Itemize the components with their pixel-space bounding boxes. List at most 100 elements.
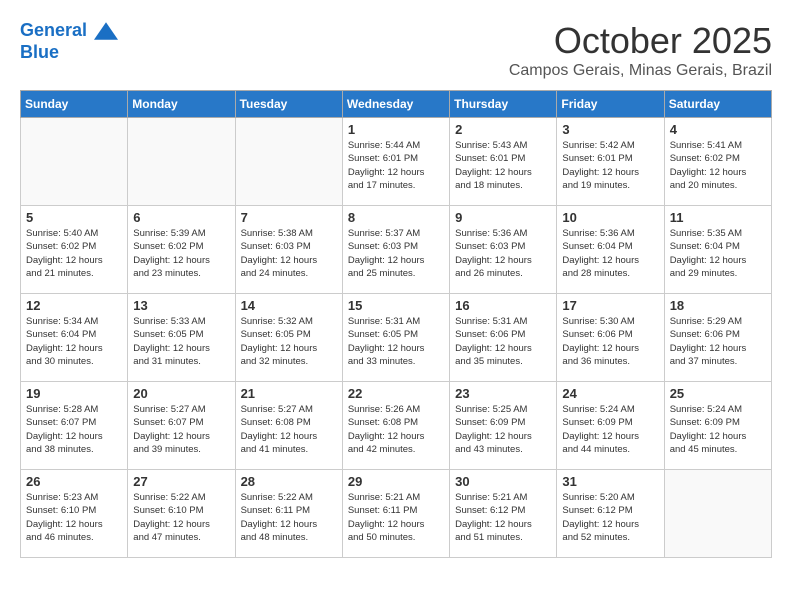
calendar-cell — [664, 470, 771, 558]
day-number: 10 — [562, 210, 658, 225]
day-number: 1 — [348, 122, 444, 137]
day-number: 26 — [26, 474, 122, 489]
day-number: 11 — [670, 210, 766, 225]
calendar-cell: 10 Sunrise: 5:36 AM Sunset: 6:04 PM Dayli… — [557, 206, 664, 294]
weekday-header-saturday: Saturday — [664, 91, 771, 118]
calendar-title: October 2025 — [509, 20, 772, 62]
logo-text: General — [20, 20, 118, 42]
calendar-cell: 15 Sunrise: 5:31 AM Sunset: 6:05 PM Dayli… — [342, 294, 449, 382]
calendar-subtitle: Campos Gerais, Minas Gerais, Brazil — [509, 62, 772, 80]
day-info: Sunrise: 5:22 AM Sunset: 6:11 PM Dayligh… — [241, 491, 337, 544]
calendar-cell: 7Sunrise: 5:38 AM Sunset: 6:03 PM Daylig… — [235, 206, 342, 294]
day-number: 31 — [562, 474, 658, 489]
calendar-header: General Blue October 2025 Campos Gerais,… — [20, 20, 772, 80]
day-number: 7 — [241, 210, 337, 225]
day-info: Sunrise: 5:24 AM Sunset: 6:09 PM Dayligh… — [670, 403, 766, 456]
day-info: Sunrise: 5:37 AM Sunset: 6:03 PM Dayligh… — [348, 227, 444, 280]
day-number: 19 — [26, 386, 122, 401]
calendar-cell: 23 Sunrise: 5:25 AM Sunset: 6:09 PM Dayli… — [450, 382, 557, 470]
calendar-week-row: 5Sunrise: 5:40 AM Sunset: 6:02 PM Daylig… — [21, 206, 772, 294]
calendar-cell: 16 Sunrise: 5:31 AM Sunset: 6:06 PM Dayli… — [450, 294, 557, 382]
calendar-cell: 20Sunrise: 5:27 AM Sunset: 6:07 PM Dayli… — [128, 382, 235, 470]
day-number: 22 — [348, 386, 444, 401]
day-number: 17 — [562, 298, 658, 313]
day-info: Sunrise: 5:39 AM Sunset: 6:02 PM Dayligh… — [133, 227, 229, 280]
day-number: 16 — [455, 298, 551, 313]
day-number: 15 — [348, 298, 444, 313]
calendar-cell: 28 Sunrise: 5:22 AM Sunset: 6:11 PM Dayli… — [235, 470, 342, 558]
calendar-cell: 26 Sunrise: 5:23 AM Sunset: 6:10 PM Dayli… — [21, 470, 128, 558]
day-number: 21 — [241, 386, 337, 401]
day-number: 5 — [26, 210, 122, 225]
weekday-header-row: SundayMondayTuesdayWednesdayThursdayFrid… — [21, 91, 772, 118]
day-info: Sunrise: 5:34 AM Sunset: 6:04 PM Dayligh… — [26, 315, 122, 368]
logo-blue-text: Blue — [20, 42, 118, 64]
day-info: Sunrise: 5:31 AM Sunset: 6:05 PM Dayligh… — [348, 315, 444, 368]
calendar-cell: 3Sunrise: 5:42 AM Sunset: 6:01 PM Daylig… — [557, 118, 664, 206]
calendar-cell: 6 Sunrise: 5:39 AM Sunset: 6:02 PM Daylig… — [128, 206, 235, 294]
day-info: Sunrise: 5:35 AM Sunset: 6:04 PM Dayligh… — [670, 227, 766, 280]
day-number: 4 — [670, 122, 766, 137]
calendar-cell: 22Sunrise: 5:26 AM Sunset: 6:08 PM Dayli… — [342, 382, 449, 470]
calendar-table: SundayMondayTuesdayWednesdayThursdayFrid… — [20, 90, 772, 558]
calendar-week-row: 1Sunrise: 5:44 AM Sunset: 6:01 PM Daylig… — [21, 118, 772, 206]
calendar-cell: 11 Sunrise: 5:35 AM Sunset: 6:04 PM Dayli… — [664, 206, 771, 294]
calendar-cell — [128, 118, 235, 206]
calendar-cell: 2Sunrise: 5:43 AM Sunset: 6:01 PM Daylig… — [450, 118, 557, 206]
day-number: 29 — [348, 474, 444, 489]
day-number: 14 — [241, 298, 337, 313]
calendar-cell: 5Sunrise: 5:40 AM Sunset: 6:02 PM Daylig… — [21, 206, 128, 294]
calendar-cell: 13Sunrise: 5:33 AM Sunset: 6:05 PM Dayli… — [128, 294, 235, 382]
day-info: Sunrise: 5:21 AM Sunset: 6:11 PM Dayligh… — [348, 491, 444, 544]
day-number: 23 — [455, 386, 551, 401]
calendar-cell: 1Sunrise: 5:44 AM Sunset: 6:01 PM Daylig… — [342, 118, 449, 206]
calendar-cell: 8Sunrise: 5:37 AM Sunset: 6:03 PM Daylig… — [342, 206, 449, 294]
calendar-week-row: 12Sunrise: 5:34 AM Sunset: 6:04 PM Dayli… — [21, 294, 772, 382]
day-number: 24 — [562, 386, 658, 401]
day-info: Sunrise: 5:36 AM Sunset: 6:04 PM Dayligh… — [562, 227, 658, 280]
weekday-header-wednesday: Wednesday — [342, 91, 449, 118]
weekday-header-sunday: Sunday — [21, 91, 128, 118]
day-info: Sunrise: 5:33 AM Sunset: 6:05 PM Dayligh… — [133, 315, 229, 368]
calendar-cell: 30Sunrise: 5:21 AM Sunset: 6:12 PM Dayli… — [450, 470, 557, 558]
day-info: Sunrise: 5:20 AM Sunset: 6:12 PM Dayligh… — [562, 491, 658, 544]
calendar-cell: 24 Sunrise: 5:24 AM Sunset: 6:09 PM Dayli… — [557, 382, 664, 470]
day-info: Sunrise: 5:22 AM Sunset: 6:10 PM Dayligh… — [133, 491, 229, 544]
calendar-cell: 4 Sunrise: 5:41 AM Sunset: 6:02 PM Daylig… — [664, 118, 771, 206]
calendar-cell: 29 Sunrise: 5:21 AM Sunset: 6:11 PM Dayli… — [342, 470, 449, 558]
day-info: Sunrise: 5:25 AM Sunset: 6:09 PM Dayligh… — [455, 403, 551, 456]
calendar-cell — [21, 118, 128, 206]
weekday-header-tuesday: Tuesday — [235, 91, 342, 118]
calendar-week-row: 26 Sunrise: 5:23 AM Sunset: 6:10 PM Dayli… — [21, 470, 772, 558]
calendar-cell: 25 Sunrise: 5:24 AM Sunset: 6:09 PM Dayli… — [664, 382, 771, 470]
calendar-cell: 31 Sunrise: 5:20 AM Sunset: 6:12 PM Dayli… — [557, 470, 664, 558]
day-number: 20 — [133, 386, 229, 401]
day-info: Sunrise: 5:41 AM Sunset: 6:02 PM Dayligh… — [670, 139, 766, 192]
day-info: Sunrise: 5:31 AM Sunset: 6:06 PM Dayligh… — [455, 315, 551, 368]
day-number: 25 — [670, 386, 766, 401]
day-number: 6 — [133, 210, 229, 225]
weekday-header-friday: Friday — [557, 91, 664, 118]
calendar-cell: 12Sunrise: 5:34 AM Sunset: 6:04 PM Dayli… — [21, 294, 128, 382]
title-section: October 2025 Campos Gerais, Minas Gerais… — [509, 20, 772, 80]
day-info: Sunrise: 5:32 AM Sunset: 6:05 PM Dayligh… — [241, 315, 337, 368]
day-number: 28 — [241, 474, 337, 489]
day-number: 2 — [455, 122, 551, 137]
calendar-cell: 9Sunrise: 5:36 AM Sunset: 6:03 PM Daylig… — [450, 206, 557, 294]
day-number: 27 — [133, 474, 229, 489]
day-info: Sunrise: 5:36 AM Sunset: 6:03 PM Dayligh… — [455, 227, 551, 280]
calendar-week-row: 19 Sunrise: 5:28 AM Sunset: 6:07 PM Dayli… — [21, 382, 772, 470]
day-info: Sunrise: 5:28 AM Sunset: 6:07 PM Dayligh… — [26, 403, 122, 456]
day-info: Sunrise: 5:27 AM Sunset: 6:08 PM Dayligh… — [241, 403, 337, 456]
logo: General Blue — [20, 20, 118, 63]
calendar-cell: 14 Sunrise: 5:32 AM Sunset: 6:05 PM Dayli… — [235, 294, 342, 382]
weekday-header-monday: Monday — [128, 91, 235, 118]
calendar-cell: 18Sunrise: 5:29 AM Sunset: 6:06 PM Dayli… — [664, 294, 771, 382]
day-info: Sunrise: 5:23 AM Sunset: 6:10 PM Dayligh… — [26, 491, 122, 544]
day-number: 3 — [562, 122, 658, 137]
calendar-cell: 19 Sunrise: 5:28 AM Sunset: 6:07 PM Dayli… — [21, 382, 128, 470]
day-info: Sunrise: 5:21 AM Sunset: 6:12 PM Dayligh… — [455, 491, 551, 544]
day-info: Sunrise: 5:24 AM Sunset: 6:09 PM Dayligh… — [562, 403, 658, 456]
calendar-cell: 21 Sunrise: 5:27 AM Sunset: 6:08 PM Dayli… — [235, 382, 342, 470]
day-number: 18 — [670, 298, 766, 313]
